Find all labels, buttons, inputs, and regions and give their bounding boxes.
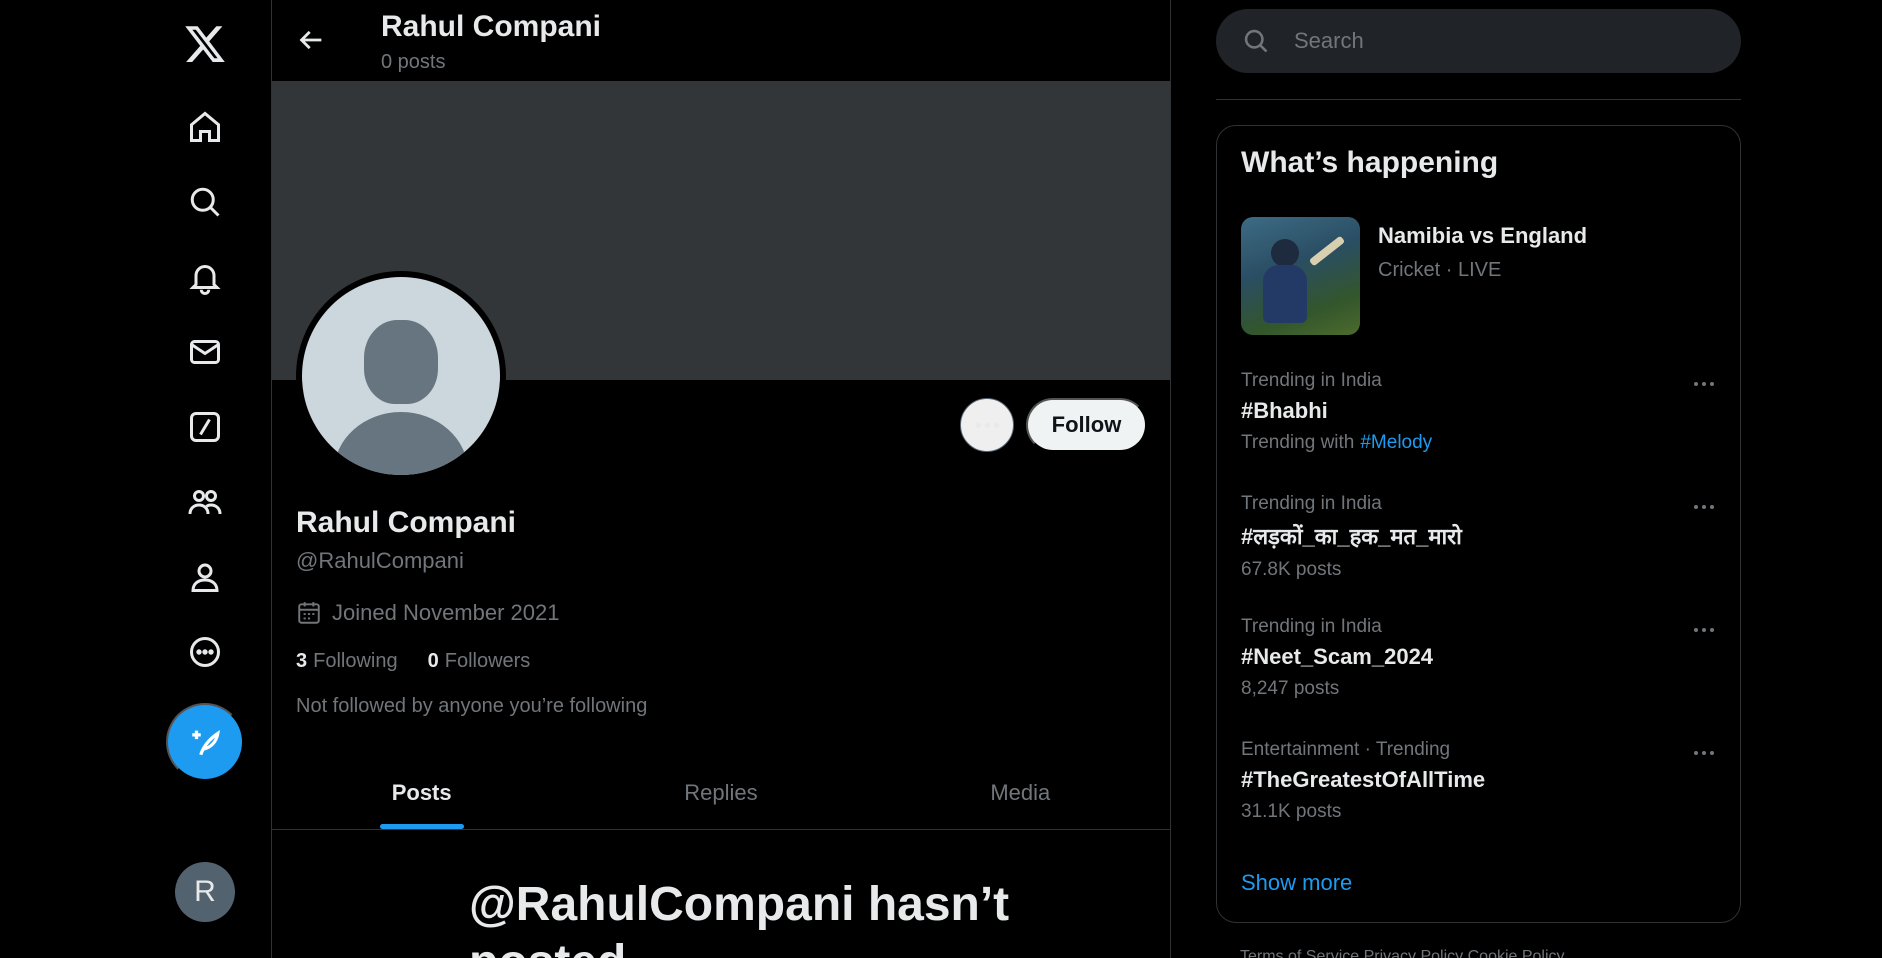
trend-item[interactable]: Trending in India #Neet_Scam_2024 8,247 … — [1241, 616, 1719, 700]
trend-more-button[interactable] — [1689, 372, 1719, 396]
following-link[interactable]: 3 Following — [296, 650, 398, 673]
follow-stats: 3 Following 0 Followers — [296, 650, 530, 673]
trend-tag: #Neet_Scam_2024 — [1241, 644, 1434, 669]
trend-meta-text: Trending with — [1241, 432, 1355, 453]
trend-item[interactable]: Trending in India #Bhabhi Trending with #… — [1241, 370, 1719, 454]
account-avatar[interactable]: R — [175, 862, 235, 922]
trend-tag: #लड़कों_का_हक_मत_मारो — [1241, 524, 1462, 549]
following-label: Following — [313, 650, 398, 672]
notifications-icon[interactable] — [180, 252, 230, 302]
default-avatar-icon — [302, 277, 500, 475]
trend-tag: #TheGreatestOfAllTime — [1241, 767, 1486, 792]
empty-state-title: @RahulCompani hasn’t posted — [469, 878, 1010, 958]
more-horizontal-icon — [1694, 751, 1714, 755]
communities-icon[interactable] — [180, 477, 230, 527]
x-logo-icon[interactable] — [180, 19, 230, 69]
profile-more-button[interactable] — [960, 398, 1014, 452]
divider — [1216, 99, 1741, 100]
trend-context: Trending in India — [1241, 616, 1382, 637]
messages-icon[interactable] — [180, 327, 230, 377]
tab-media[interactable]: Media — [871, 756, 1170, 829]
trend-more-button[interactable] — [1689, 741, 1719, 765]
tab-posts[interactable]: Posts — [272, 756, 571, 829]
footer-links[interactable]: Terms of Service Privacy Policy Cookie P… — [1240, 948, 1565, 958]
search-icon — [1244, 29, 1268, 53]
arrow-left-icon — [299, 30, 322, 50]
joined-text: Joined November 2021 — [332, 600, 560, 625]
search-box[interactable] — [1216, 9, 1741, 73]
calendar-icon — [298, 602, 320, 624]
trend-meta: 8,247 posts — [1241, 678, 1340, 699]
trend-context: Entertainment · Trending — [1241, 739, 1451, 760]
not-followed-text: Not followed by anyone you’re following — [296, 695, 648, 717]
whats-happening-panel: What’s happening Namibia vs England Cric… — [1216, 125, 1741, 923]
profile-header-bar: Rahul Compani 0 posts — [272, 0, 1170, 81]
left-navigation: R — [0, 0, 271, 958]
trend-meta: 31.1K posts — [1241, 801, 1342, 822]
back-button[interactable] — [292, 20, 332, 60]
trend-tag: #Bhabhi — [1241, 398, 1328, 423]
trend-context: Trending in India — [1241, 493, 1382, 514]
more-horizontal-icon — [975, 422, 999, 428]
show-more-link[interactable]: Show more — [1241, 870, 1352, 896]
search-input[interactable] — [1294, 28, 1694, 54]
follow-button[interactable]: Follow — [1026, 398, 1147, 452]
more-horizontal-icon — [1694, 382, 1714, 386]
followers-count: 0 — [427, 650, 439, 672]
event-title: Namibia vs England — [1378, 223, 1588, 248]
home-icon[interactable] — [180, 102, 230, 152]
more-horizontal-icon — [1694, 505, 1714, 509]
profile-column: Rahul Compani 0 posts Follow Rahul Compa… — [271, 0, 1171, 958]
header-post-count: 0 posts — [381, 51, 446, 73]
profile-handle: @RahulCompani — [296, 548, 464, 573]
trend-related-link[interactable]: #Melody — [1360, 432, 1432, 453]
right-sidebar: What’s happening Namibia vs England Cric… — [1171, 0, 1882, 958]
compose-post-button[interactable] — [166, 703, 244, 781]
trend-meta: 67.8K posts — [1241, 559, 1342, 580]
featured-event[interactable]: Namibia vs England Cricket · LIVE — [1241, 217, 1587, 335]
trends-title: What’s happening — [1241, 146, 1499, 179]
explore-icon[interactable] — [180, 177, 230, 227]
profile-avatar[interactable] — [296, 271, 506, 481]
event-subtitle: Cricket · LIVE — [1378, 259, 1502, 281]
more-icon[interactable] — [180, 627, 230, 677]
trend-item[interactable]: Entertainment · Trending #TheGreatestOfA… — [1241, 739, 1719, 823]
trend-item[interactable]: Trending in India #लड़कों_का_हक_मत_मारो … — [1241, 493, 1719, 581]
followers-link[interactable]: 0 Followers — [428, 650, 531, 673]
trend-more-button[interactable] — [1689, 495, 1719, 519]
more-horizontal-icon — [1694, 628, 1714, 632]
profile-icon[interactable] — [180, 552, 230, 602]
profile-tabs: Posts Replies Media — [272, 756, 1170, 830]
grok-icon[interactable] — [180, 402, 230, 452]
tab-replies[interactable]: Replies — [571, 756, 870, 829]
profile-name: Rahul Compani — [296, 506, 517, 539]
header-name: Rahul Compani — [381, 10, 602, 43]
trend-meta: Trending with #Melody — [1241, 432, 1719, 454]
trend-context: Trending in India — [1241, 370, 1382, 391]
trend-more-button[interactable] — [1689, 618, 1719, 642]
event-thumbnail — [1241, 217, 1360, 335]
following-count: 3 — [296, 650, 308, 672]
joined-date: Joined November 2021 — [296, 600, 559, 626]
compose-post-icon — [192, 730, 220, 756]
followers-label: Followers — [444, 650, 531, 672]
